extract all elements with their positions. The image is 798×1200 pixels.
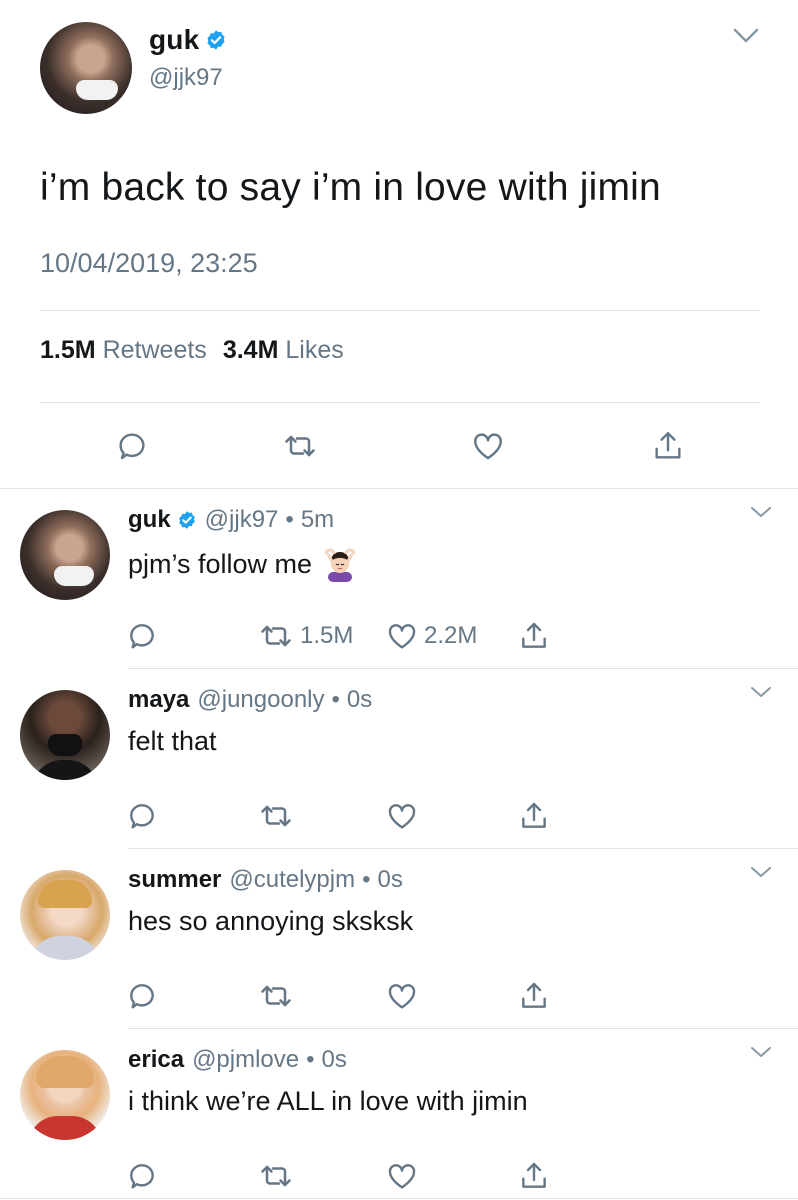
divider xyxy=(40,310,760,311)
like-icon[interactable] xyxy=(386,798,418,834)
divider xyxy=(0,1198,798,1199)
reply-text: felt that xyxy=(128,726,217,756)
author-name[interactable]: guk xyxy=(149,24,199,56)
verified-badge-icon xyxy=(177,510,197,530)
likes-count[interactable]: 3.4M xyxy=(223,336,279,365)
like-button[interactable]: 2.2M xyxy=(386,618,477,654)
reply-icon[interactable] xyxy=(112,426,152,466)
reply-author-name[interactable]: maya xyxy=(128,686,189,714)
share-icon[interactable] xyxy=(518,618,550,654)
retweets-label[interactable]: Retweets xyxy=(103,336,207,365)
reply-time[interactable]: 0s xyxy=(378,866,403,894)
author-handle[interactable]: @jjk97 xyxy=(149,64,223,92)
retweet-button[interactable]: 1.5M xyxy=(258,618,353,654)
divider xyxy=(128,1028,798,1029)
reply-tweet[interactable]: maya @jungoonly • 0s felt that xyxy=(0,670,798,850)
reply-author-name[interactable]: guk xyxy=(128,506,171,534)
share-icon[interactable] xyxy=(518,798,550,834)
retweet-icon xyxy=(261,625,291,647)
avatar[interactable] xyxy=(20,690,110,780)
retweet-icon[interactable] xyxy=(258,798,294,834)
reply-actions xyxy=(0,978,798,1018)
reply-author-name[interactable]: summer xyxy=(128,866,221,894)
share-icon[interactable] xyxy=(518,978,550,1014)
like-icon[interactable] xyxy=(386,1158,418,1194)
reply-icon[interactable] xyxy=(126,978,158,1014)
separator: • xyxy=(362,866,371,893)
reply-tweet[interactable]: guk @jjk97 • 5m pjm’s follow me 1.5M 2.2… xyxy=(0,490,798,670)
engagement-stats: 1.5M Retweets 3.4M Likes xyxy=(40,336,360,365)
reply-header: erica @pjmlove • 0s xyxy=(128,1046,347,1074)
reply-tweet[interactable]: erica @pjmlove • 0s i think we’re ALL in… xyxy=(0,1030,798,1200)
chevron-down-icon[interactable] xyxy=(750,506,772,518)
reply-text: pjm’s follow me xyxy=(128,548,313,579)
like-icon[interactable] xyxy=(468,426,508,466)
verified-badge-icon xyxy=(205,29,227,51)
avatar[interactable] xyxy=(20,870,110,960)
reply-author-handle[interactable]: @jungoonly xyxy=(197,686,324,714)
tweet-text: i’m back to say i’m in love with jimin xyxy=(40,166,661,209)
reply-time[interactable]: 0s xyxy=(322,1046,347,1074)
like-icon xyxy=(388,624,416,649)
divider xyxy=(128,848,798,849)
retweet-icon[interactable] xyxy=(258,1158,294,1194)
reply-text: i think we’re ALL in love with jimin xyxy=(128,1086,528,1116)
reply-header: summer @cutelypjm • 0s xyxy=(128,866,403,894)
retweets-count[interactable]: 1.5M xyxy=(40,336,96,365)
share-icon[interactable] xyxy=(518,1158,550,1194)
reply-header: maya @jungoonly • 0s xyxy=(128,686,372,714)
reply-author-name[interactable]: erica xyxy=(128,1046,184,1074)
divider xyxy=(0,488,798,489)
retweet-count: 1.5M xyxy=(300,622,354,649)
avatar[interactable] xyxy=(40,22,132,114)
like-icon[interactable] xyxy=(386,978,418,1014)
reply-time[interactable]: 5m xyxy=(301,506,334,534)
main-tweet: guk @jjk97 i’m back to say i’m in love w… xyxy=(0,0,798,488)
main-author-row: guk xyxy=(149,24,227,56)
separator: • xyxy=(285,506,294,533)
reply-header: guk @jjk97 • 5m xyxy=(128,506,334,534)
chevron-down-icon[interactable] xyxy=(750,866,772,878)
reply-actions xyxy=(0,1158,798,1198)
reply-actions: 1.5M 2.2M xyxy=(0,618,798,658)
retweet-icon[interactable] xyxy=(258,978,294,1014)
share-icon[interactable] xyxy=(648,426,688,466)
avatar[interactable] xyxy=(20,1050,110,1140)
chevron-down-icon[interactable] xyxy=(733,28,759,44)
woman-gesturing-ok-emoji-icon xyxy=(322,546,358,582)
reply-icon[interactable] xyxy=(126,798,158,834)
chevron-down-icon[interactable] xyxy=(750,1046,772,1058)
separator: • xyxy=(306,1046,315,1073)
retweet-icon[interactable] xyxy=(280,426,320,466)
likes-label[interactable]: Likes xyxy=(285,336,343,365)
reply-author-handle[interactable]: @cutelypjm xyxy=(229,866,355,894)
reply-time[interactable]: 0s xyxy=(347,686,372,714)
tweet-timestamp[interactable]: 10/04/2019, 23:25 xyxy=(40,248,258,279)
reply-actions xyxy=(0,798,798,838)
reply-tweet[interactable]: summer @cutelypjm • 0s hes so annoying s… xyxy=(0,850,798,1030)
reply-text-row: pjm’s follow me xyxy=(128,546,358,582)
divider xyxy=(40,402,760,403)
reply-icon[interactable] xyxy=(126,1158,158,1194)
reply-text: hes so annoying sksksk xyxy=(128,906,414,936)
reply-icon[interactable] xyxy=(126,618,158,654)
reply-author-handle[interactable]: @jjk97 xyxy=(205,506,279,534)
reply-author-handle[interactable]: @pjmlove xyxy=(192,1046,299,1074)
separator: • xyxy=(331,686,340,713)
divider xyxy=(128,668,798,669)
like-count: 2.2M xyxy=(424,622,478,649)
avatar[interactable] xyxy=(20,510,110,600)
chevron-down-icon[interactable] xyxy=(750,686,772,698)
